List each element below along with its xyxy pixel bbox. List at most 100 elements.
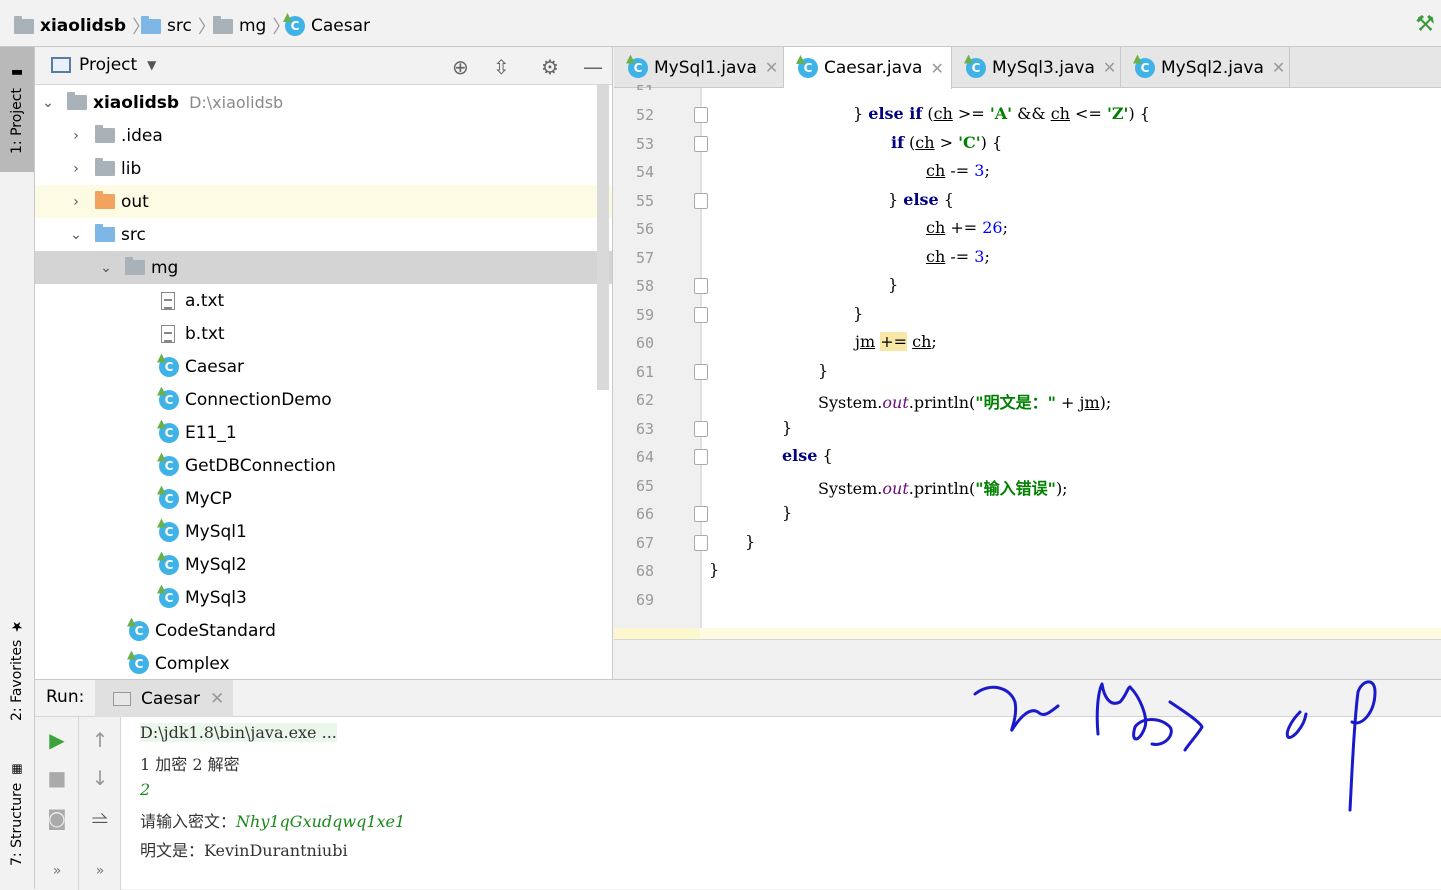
code-keyword: else <box>782 446 818 465</box>
code-line-64[interactable]: else { <box>782 446 833 465</box>
line-number: 57 <box>635 249 654 267</box>
camera-icon[interactable]: ◙ <box>44 806 70 830</box>
fold-marker-icon[interactable] <box>694 193 708 209</box>
tool-tab-structure[interactable]: 7: Structure ▦ <box>0 757 34 872</box>
tab-caesar-java[interactable]: C Caesar.java ✕ <box>784 47 952 89</box>
tree-item-complex[interactable]: C Complex <box>35 647 612 679</box>
tree-item-label: MySql1 <box>185 521 247 542</box>
tree-item-b-txt[interactable]: b.txt <box>35 317 612 350</box>
code-line-57[interactable]: ch -= 3; <box>926 247 990 266</box>
code-line-61[interactable]: } <box>818 361 828 380</box>
tab-mysql3-java[interactable]: C MySql3.java ✕ <box>952 47 1121 88</box>
fold-marker-icon[interactable] <box>694 364 708 380</box>
tree-item-label: Caesar <box>185 356 245 377</box>
tree-item-out[interactable]: › out <box>35 185 612 218</box>
console-icon <box>113 691 131 706</box>
code-line-53[interactable]: if (ch > 'C') { <box>891 133 1002 152</box>
tree-item-mysql2[interactable]: C MySql2 <box>35 548 612 581</box>
gear-icon[interactable]: ⚙ <box>541 55 559 79</box>
java-class-icon: C <box>159 422 179 443</box>
code-token: += <box>945 218 983 237</box>
tree-item-label: xiaolidsb <box>93 92 180 113</box>
code-token: { <box>817 446 833 465</box>
tab-label: MySql3.java <box>992 57 1095 78</box>
expand-icon[interactable]: » <box>44 863 70 879</box>
project-view-selector[interactable]: Project ▼ <box>51 55 156 75</box>
rerun-icon[interactable]: ▶ <box>44 728 70 752</box>
project-title: Project <box>79 55 138 75</box>
collapse-all-icon[interactable]: ⇳ <box>493 55 510 79</box>
breadcrumb-package[interactable]: mg 〉 <box>213 14 290 38</box>
tree-item-label: CodeStandard <box>155 620 276 641</box>
code-line-54[interactable]: ch -= 3; <box>926 161 990 180</box>
code-line-60[interactable]: jm += ch; <box>855 332 937 351</box>
breadcrumb-module[interactable]: xiaolidsb 〉 <box>14 14 150 38</box>
expand-icon[interactable]: » <box>87 863 113 879</box>
code-number: 3 <box>974 161 985 180</box>
tool-tab-project[interactable]: 1: Project ▬ <box>0 47 34 172</box>
fold-marker-icon[interactable] <box>694 307 708 323</box>
fold-marker-icon[interactable] <box>694 278 708 294</box>
code-token: } <box>853 104 869 123</box>
tab-label: Caesar.java <box>824 58 923 78</box>
code-line-65[interactable]: System.out.println("输入错误"); <box>818 475 1068 499</box>
tab-mysql2-java[interactable]: C MySql2.java ✕ <box>1121 47 1290 88</box>
tree-item-caesar[interactable]: C Caesar <box>35 350 612 383</box>
line-number: 69 <box>635 591 654 609</box>
tree-item-codestandard[interactable]: C CodeStandard <box>35 614 612 647</box>
code-line-59[interactable]: } <box>853 304 863 323</box>
tree-item-mysql1[interactable]: C MySql1 <box>35 515 612 548</box>
hide-icon[interactable]: — <box>583 55 603 79</box>
code-line-62[interactable]: System.out.println("明文是：" + jm); <box>818 389 1111 413</box>
tree-item-getdbconnection[interactable]: C GetDBConnection <box>35 449 612 482</box>
line-number: 65 <box>635 477 654 495</box>
tree-item-xiaolidsb[interactable]: ⌄ xiaolidsb D:\xiaolidsb <box>35 86 612 119</box>
folder-icon <box>95 158 115 176</box>
project-scrollbar[interactable] <box>597 85 609 390</box>
code-line-67[interactable]: } <box>745 532 755 551</box>
tree-item-mysql3[interactable]: C MySql3 <box>35 581 612 614</box>
fold-marker-icon[interactable] <box>694 449 708 465</box>
code-variable: ch <box>1050 104 1070 123</box>
tree-item-src[interactable]: ⌄ src <box>35 218 612 251</box>
tool-tab-favorites[interactable]: 2: Favorites ★ <box>0 607 34 732</box>
fold-marker-icon[interactable] <box>694 535 708 551</box>
code-line-66[interactable]: } <box>782 503 792 522</box>
build-hammer-icon[interactable]: ⚒ <box>1415 12 1435 37</box>
tree-item-idea[interactable]: › .idea <box>35 119 612 152</box>
tree-item-mycp[interactable]: C MyCP <box>35 482 612 515</box>
arrow-up-icon[interactable]: ↑ <box>87 728 113 752</box>
code-line-55[interactable]: } else { <box>888 190 954 209</box>
soft-wrap-icon[interactable]: ⥬ <box>87 806 113 830</box>
breadcrumb-class[interactable]: C Caesar <box>285 14 370 38</box>
tree-item-e11-1[interactable]: C E11_1 <box>35 416 612 449</box>
close-icon[interactable]: ✕ <box>1272 58 1285 77</box>
fold-marker-icon[interactable] <box>694 506 708 522</box>
code-line-58[interactable]: } <box>888 275 898 294</box>
code-line-63[interactable]: } <box>782 418 792 437</box>
breadcrumb-src[interactable]: src 〉 <box>141 14 216 38</box>
close-icon[interactable]: ✕ <box>210 689 224 709</box>
line-number: 55 <box>635 192 654 210</box>
locate-icon[interactable]: ⊕ <box>452 55 469 79</box>
tree-item-a-txt[interactable]: a.txt <box>35 284 612 317</box>
close-icon[interactable]: ✕ <box>765 58 778 77</box>
stop-icon[interactable]: ■ <box>44 766 70 790</box>
tree-item-connectiondemo[interactable]: C ConnectionDemo <box>35 383 612 416</box>
code-line-52[interactable]: } else if (ch >= 'A' && ch <= 'Z') { <box>853 104 1150 123</box>
tree-item-lib[interactable]: › lib <box>35 152 612 185</box>
arrow-down-icon[interactable]: ↓ <box>87 766 113 790</box>
line-number: 68 <box>635 562 654 580</box>
close-icon[interactable]: ✕ <box>930 59 943 78</box>
code-line-56[interactable]: ch += 26; <box>926 218 1008 237</box>
fold-marker-icon[interactable] <box>694 136 708 152</box>
tab-label: MySql2.java <box>1161 57 1264 78</box>
chevron-right-icon: › <box>73 193 79 210</box>
fold-marker-icon[interactable] <box>694 107 708 123</box>
fold-marker-icon[interactable] <box>694 421 708 437</box>
code-line-68[interactable]: } <box>709 560 719 579</box>
tree-item-label: src <box>121 224 146 245</box>
tree-item-mg[interactable]: ⌄ mg <box>35 251 612 284</box>
close-icon[interactable]: ✕ <box>1103 58 1116 77</box>
run-tab-caesar[interactable]: Caesar ✕ <box>95 680 233 717</box>
